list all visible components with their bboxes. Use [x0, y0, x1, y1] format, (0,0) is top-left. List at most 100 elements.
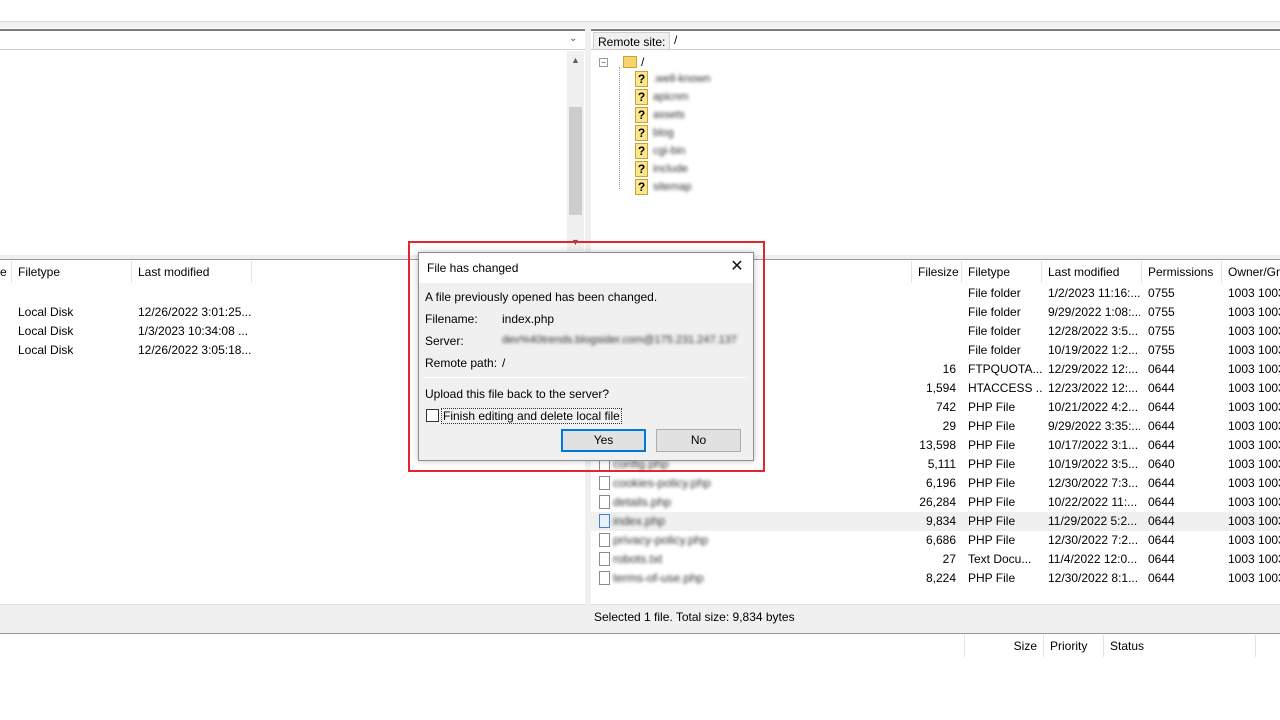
file-icon [599, 495, 610, 509]
col-header-modified[interactable]: Last modified [1042, 261, 1142, 283]
cell-owner: 1003 1003 [1228, 514, 1280, 528]
table-row[interactable]: robots.txt 27 Text Docu... 11/4/2022 12:0..… [591, 550, 1280, 569]
col-header-filesize[interactable]: Filesize [912, 261, 962, 283]
tree-item[interactable]: ? include [635, 160, 688, 178]
queue-header: Size Priority Status [0, 635, 1280, 659]
filename-label: Filename: [425, 312, 478, 326]
cell-filetype: File folder [968, 286, 1021, 300]
tree-item-label: include [653, 163, 688, 175]
splitter-top[interactable] [0, 22, 1280, 28]
col-header-filetype[interactable]: Filetype [962, 261, 1042, 283]
table-row[interactable]: cookies-policy.php 6,196 PHP File 12/30/202… [591, 474, 1280, 493]
remote-site-path[interactable]: / [674, 33, 677, 47]
col-header-priority[interactable]: Priority [1044, 635, 1104, 657]
cell-filetype: Local Disk [18, 305, 74, 319]
cell-owner: 1003 1003 [1228, 457, 1280, 471]
cell-filesize: 742 [935, 400, 956, 414]
cell-modified: 9/29/2022 1:08:... [1048, 305, 1140, 319]
finish-editing-checkbox[interactable] [426, 409, 439, 422]
cell-filetype: PHP File [968, 438, 1016, 452]
tree-item[interactable]: ? apicnm [635, 88, 688, 106]
remote-site-label: Remote site: [593, 32, 671, 50]
scroll-up-icon[interactable]: ▲ [571, 55, 580, 65]
cell-filesize: 27 [942, 552, 956, 566]
cell-owner: 1003 1003 [1228, 419, 1280, 433]
dialog-message: A file previously opened has been change… [425, 290, 658, 304]
col-header-owner[interactable]: Owner/Gr [1222, 261, 1280, 283]
col-header-size[interactable]: Size [964, 635, 1044, 657]
tree-item[interactable]: ? sitemap [635, 178, 692, 196]
col-header-permissions[interactable]: Permissions [1142, 261, 1222, 283]
tree-root-label: / [641, 55, 645, 69]
cell-permissions: 0644 [1148, 362, 1175, 376]
cell-permissions: 0644 [1148, 476, 1175, 490]
local-status-bar [0, 604, 585, 628]
col-header-status[interactable]: Status [1104, 635, 1256, 657]
table-row[interactable]: privacy-policy.php 6,686 PHP File 12/30/202… [591, 531, 1280, 550]
finish-editing-label[interactable]: Finish editing and delete local file [441, 408, 622, 424]
chevron-down-icon[interactable]: ⌄ [569, 33, 581, 47]
col-header-name[interactable]: e [0, 261, 12, 283]
cell-filetype: PHP File [968, 400, 1016, 414]
cell-modified: 12/30/2022 7:2... [1048, 533, 1139, 547]
cell-owner: 1003 1003 [1228, 362, 1280, 376]
cell-filesize: 26,284 [919, 495, 956, 509]
cell-filetype: File folder [968, 324, 1021, 338]
tree-item[interactable]: ? .well-known [635, 70, 710, 88]
cell-owner: 1003 1003 [1228, 533, 1280, 547]
remote-site-bar: Remote site: / [591, 29, 1280, 50]
tree-item-label: apicnm [653, 91, 689, 103]
collapse-icon[interactable]: − [599, 58, 608, 67]
yes-button[interactable]: Yes [561, 429, 646, 452]
cell-permissions: 0644 [1148, 400, 1175, 414]
tree-item[interactable]: ? assets [635, 106, 685, 124]
cell-permissions: 0755 [1148, 343, 1175, 357]
cell-owner: 1003 1003 [1228, 552, 1280, 566]
remote-tree-view[interactable]: − / ? .well-known ? apicnm ? assets ? blog ?… [591, 51, 1280, 255]
tree-item-label: .well-known [653, 73, 711, 85]
cell-modified: 1/3/2023 10:34:08 ... [138, 324, 249, 338]
col-header-modified[interactable]: Last modified [132, 261, 252, 283]
top-strip [0, 0, 1280, 22]
cell-filesize: 29 [942, 419, 956, 433]
cell-permissions: 0644 [1148, 381, 1175, 395]
cell-modified: 10/17/2022 3:1... [1048, 438, 1139, 452]
cell-permissions: 0644 [1148, 419, 1175, 433]
cell-modified: 12/23/2022 12:... [1048, 381, 1139, 395]
dialog-question: Upload this file back to the server? [425, 387, 610, 401]
tree-item[interactable]: ? cgi-bin [635, 142, 685, 160]
cell-modified: 11/29/2022 5:2... [1048, 514, 1138, 528]
close-icon[interactable]: ✕ [729, 259, 745, 275]
cell-filetype: PHP File [968, 457, 1016, 471]
cell-permissions: 0755 [1148, 286, 1175, 300]
table-row[interactable]: index.php 9,834 PHP File 11/29/2022 5:2... 0… [591, 512, 1280, 531]
tree-item-label: blog [653, 127, 674, 139]
unknown-folder-icon: ? [635, 179, 648, 195]
tree-item-label: cgi-bin [653, 145, 686, 157]
table-row[interactable]: details.php 26,284 PHP File 10/22/2022 11:.… [591, 493, 1280, 512]
tree-item[interactable]: ? blog [635, 124, 674, 142]
remote-path-value: / [502, 356, 506, 370]
cell-modified: 12/29/2022 12:... [1048, 362, 1139, 376]
file-icon [599, 514, 610, 528]
cell-filesize: 13,598 [919, 438, 956, 452]
cell-modified: 10/21/2022 4:2... [1048, 400, 1139, 414]
cell-filetype: HTACCESS ... [968, 381, 1042, 395]
col-header-filetype[interactable]: Filetype [12, 261, 132, 283]
scroll-thumb[interactable] [569, 107, 582, 215]
cell-permissions: 0755 [1148, 324, 1175, 338]
file-changed-dialog: File has changed ✕ A file previously ope… [418, 252, 754, 461]
local-tree-view[interactable] [0, 51, 585, 255]
cell-permissions: 0644 [1148, 438, 1175, 452]
cell-filename: details.php [613, 495, 672, 509]
cell-filesize: 16 [942, 362, 956, 376]
dialog-divider [425, 377, 747, 378]
splitter-queue[interactable] [0, 628, 1280, 634]
local-tree-scrollbar[interactable]: ▲ ▼ [567, 51, 584, 251]
tree-lines [619, 67, 635, 189]
local-path-combo[interactable]: ⌄ [0, 29, 585, 50]
cell-modified: 11/4/2022 12:0... [1048, 552, 1138, 566]
no-button[interactable]: No [656, 429, 741, 452]
table-row[interactable]: terms-of-use.php 8,224 PHP File 12/30/2022 … [591, 569, 1280, 588]
dialog-titlebar[interactable]: File has changed ✕ [419, 253, 753, 283]
